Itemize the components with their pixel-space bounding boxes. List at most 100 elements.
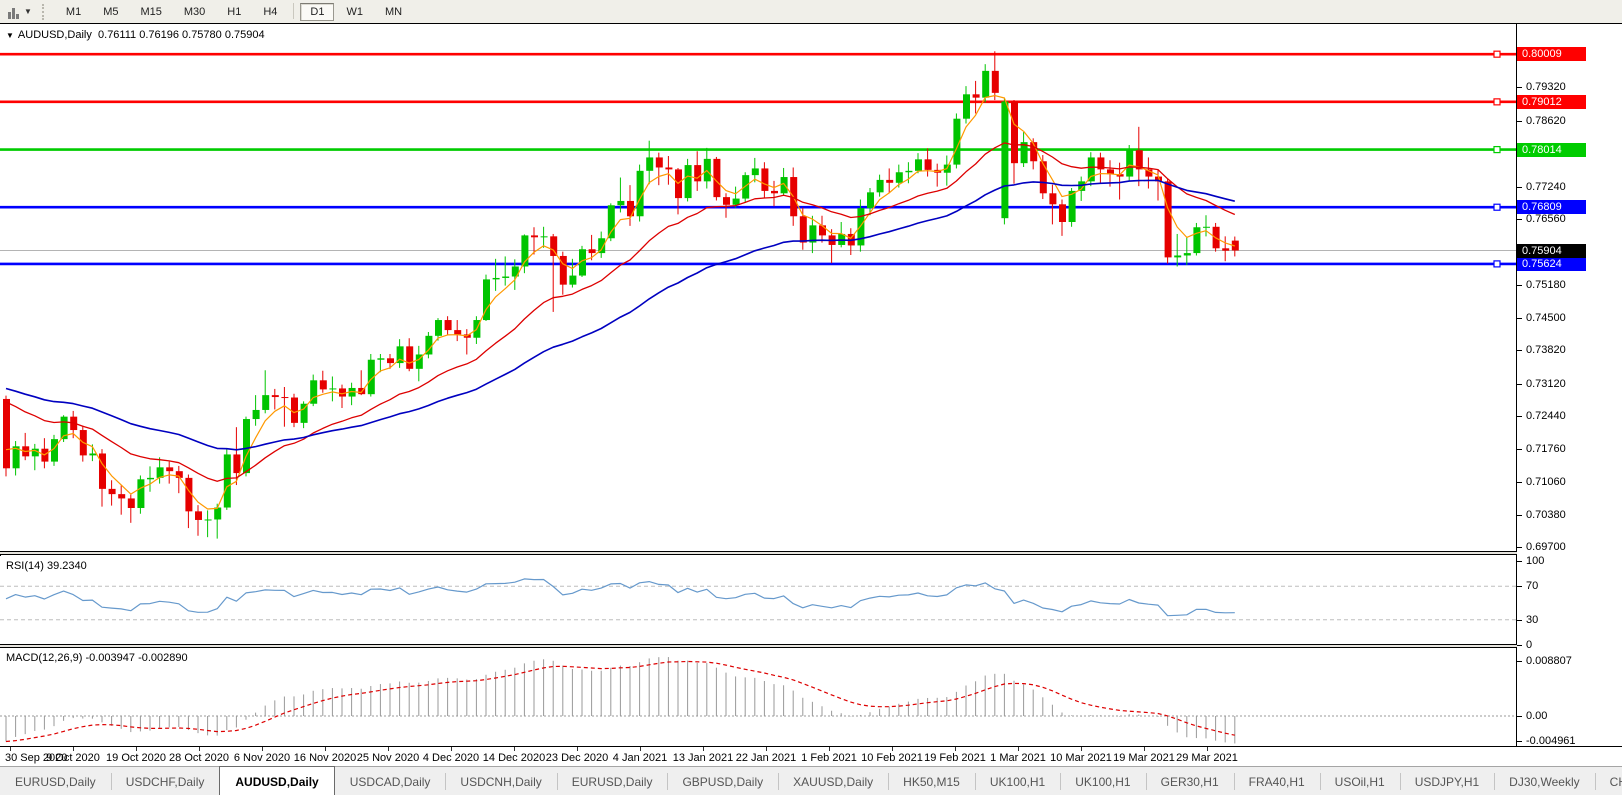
date-tick	[10, 747, 11, 751]
candle-body	[118, 494, 125, 498]
date-tick	[1018, 747, 1019, 751]
chart-periods-icon[interactable]	[3, 1, 23, 22]
collapse-triangle-icon[interactable]: ▼	[6, 31, 14, 40]
timeframe-button-d1[interactable]: D1	[300, 3, 334, 21]
candle-body	[128, 498, 135, 508]
panel-separator-rsi[interactable]	[0, 551, 1622, 555]
date-label: 19 Feb 2021	[924, 752, 986, 764]
candle-body	[608, 205, 615, 238]
candlestick-chart[interactable]	[0, 24, 1516, 551]
tab-eurusd-daily[interactable]: EURUSD,Daily	[0, 767, 111, 795]
chart-tabs: EURUSD,DailyUSDCHF,DailyAUDUSD,DailyUSDC…	[0, 767, 1622, 795]
candle-body	[502, 277, 509, 278]
tab-uk100-h1[interactable]: UK100,H1	[975, 767, 1060, 795]
timeframe-button-m30[interactable]: M30	[174, 3, 215, 21]
candle-body	[877, 180, 884, 192]
candle-body	[1069, 191, 1076, 222]
candle-body	[541, 236, 548, 237]
date-tick	[1207, 747, 1208, 751]
timeframe-button-mn[interactable]: MN	[375, 3, 412, 21]
date-tick	[955, 747, 956, 751]
level-line-handle[interactable]	[1494, 99, 1500, 105]
axis-tick	[1517, 416, 1522, 417]
axis-tick	[1517, 350, 1522, 351]
macd-indicator-panel[interactable]	[0, 648, 1516, 746]
tab-dj30-weekly[interactable]: DJ30,Weekly	[1494, 767, 1594, 795]
candle-body	[291, 398, 298, 423]
tab-ger30-h1[interactable]: GER30,H1	[1146, 767, 1234, 795]
axis-tick	[1517, 187, 1522, 188]
macd-histogram	[6, 657, 1235, 743]
timeframe-button-m15[interactable]: M15	[130, 3, 171, 21]
candle-body	[272, 395, 279, 397]
candle-body	[905, 171, 912, 172]
candle-body	[214, 508, 221, 520]
price-tick-label: 0.74500	[1526, 312, 1566, 324]
tab-audusd-daily[interactable]: AUDUSD,Daily	[219, 766, 334, 795]
date-tick	[577, 747, 578, 751]
date-axis[interactable]: 30 Sep 20209 Oct 202019 Oct 202028 Oct 2…	[0, 747, 1622, 766]
candle-body	[329, 388, 336, 389]
timeframe-button-h1[interactable]: H1	[217, 3, 251, 21]
candle-body	[982, 71, 989, 98]
candle-body	[205, 519, 212, 520]
axis-tick	[1517, 515, 1522, 516]
date-label: 9 Oct 2020	[46, 752, 100, 764]
candle-body	[493, 278, 500, 279]
candle-body	[281, 397, 288, 398]
candle-body	[406, 346, 413, 368]
axis-tick	[1517, 620, 1522, 621]
date-label: 1 Mar 2021	[990, 752, 1046, 764]
candle-body	[224, 454, 231, 507]
current-price-label: 0.75904	[1517, 244, 1586, 258]
candle-body	[1001, 101, 1008, 218]
level-line-handle[interactable]	[1494, 147, 1500, 153]
price-axis[interactable]: 0.793200.786200.779400.772400.765600.758…	[1517, 24, 1622, 746]
candle-body	[781, 177, 788, 193]
chevron-down-icon[interactable]: ▼	[24, 7, 32, 16]
date-tick	[892, 747, 893, 751]
tab-usdcad-daily[interactable]: USDCAD,Daily	[335, 767, 446, 795]
candle-body	[569, 276, 576, 285]
tab-eurusd-daily[interactable]: EURUSD,Daily	[557, 767, 668, 795]
price-tick-label: 0.72440	[1526, 410, 1566, 422]
tab-fra40-h1[interactable]: FRA40,H1	[1234, 767, 1320, 795]
tab-gbpusd-daily[interactable]: GBPUSD,Daily	[667, 767, 778, 795]
tab-uk100-h1[interactable]: UK100,H1	[1060, 767, 1145, 795]
date-label: 29 Mar 2021	[1176, 752, 1238, 764]
candle-body	[99, 453, 106, 488]
candle-body	[243, 419, 250, 473]
date-tick	[1081, 747, 1082, 751]
tab-china300-h1[interactable]: CHINA300,H1	[1595, 767, 1622, 795]
candle-body	[867, 192, 874, 208]
tab-usoil-h1[interactable]: USOil,H1	[1320, 767, 1400, 795]
tab-xauusd-daily[interactable]: XAUUSD,Daily	[778, 767, 888, 795]
timeframe-button-m5[interactable]: M5	[93, 3, 128, 21]
ma-line-fast	[6, 96, 1235, 509]
date-label: 19 Mar 2021	[1113, 752, 1175, 764]
toolbar-separator	[293, 3, 294, 19]
level-line-handle[interactable]	[1494, 261, 1500, 267]
date-tick	[514, 747, 515, 751]
tab-hk50-m15[interactable]: HK50,M15	[888, 767, 975, 795]
trading-terminal-window: ▼ M1M5M15M30H1H4 D1W1MN ▼ AUDUSD,Daily 0.7…	[0, 0, 1622, 795]
candle-body	[1222, 248, 1229, 250]
level-line-handle[interactable]	[1494, 204, 1500, 210]
tab-usdchf-daily[interactable]: USDCHF,Daily	[111, 767, 220, 795]
axis-tick	[1517, 219, 1522, 220]
tab-usdjpy-h1[interactable]: USDJPY,H1	[1400, 767, 1494, 795]
timeframe-button-h4[interactable]: H4	[253, 3, 287, 21]
timeframe-button-m1[interactable]: M1	[56, 3, 91, 21]
level-price-label-0.80009: 0.80009	[1517, 47, 1586, 61]
candle-body	[137, 479, 144, 508]
candle-body	[454, 330, 461, 334]
level-line-handle[interactable]	[1494, 51, 1500, 57]
timeframe-button-w1[interactable]: W1	[336, 3, 373, 21]
candle-body	[896, 172, 903, 183]
level-price-label-0.79012: 0.79012	[1517, 95, 1586, 109]
chart-tab-bar: EURUSD,DailyUSDCHF,DailyAUDUSD,DailyUSDC…	[0, 766, 1622, 795]
rsi-indicator-panel[interactable]	[0, 556, 1516, 644]
candle-body	[1174, 255, 1181, 257]
toolbar-grip-handle[interactable]	[42, 4, 49, 20]
tab-usdcnh-daily[interactable]: USDCNH,Daily	[445, 767, 556, 795]
